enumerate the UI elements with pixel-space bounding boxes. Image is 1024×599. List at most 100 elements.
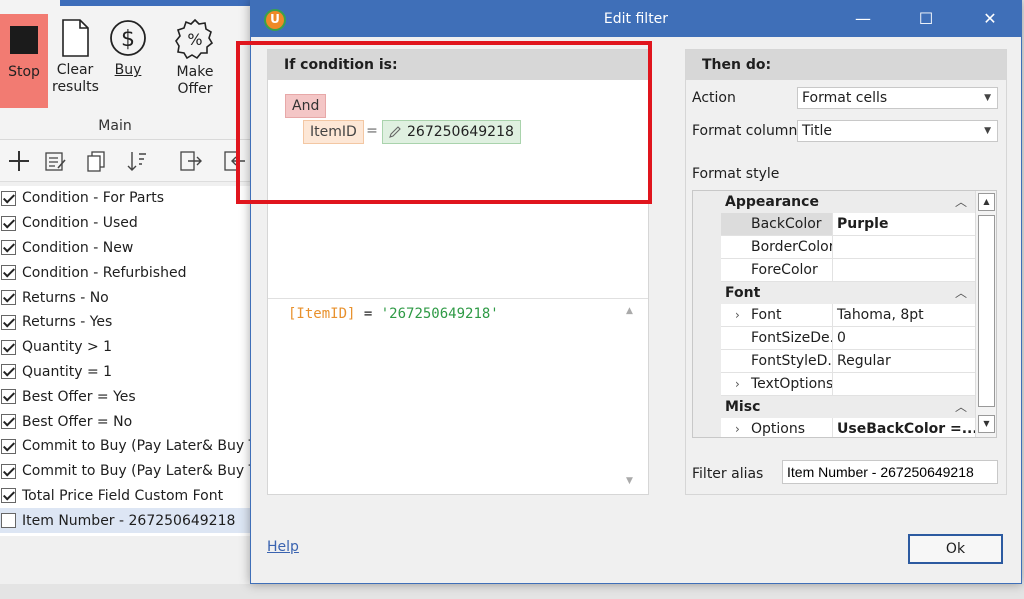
filter-alias-label: Filter alias xyxy=(692,466,764,482)
filter-checkbox[interactable] xyxy=(1,438,16,454)
filter-list-item[interactable]: Commit to Buy (Pay Later& Buy Thro xyxy=(0,459,260,484)
expression-scrollbar[interactable]: ▲ ▼ xyxy=(620,300,642,494)
chevron-down-icon: ▼ xyxy=(984,126,991,136)
filter-checkbox[interactable] xyxy=(1,215,16,231)
help-link[interactable]: Help xyxy=(267,539,299,555)
filter-list-item[interactable]: Best Offer = No xyxy=(0,409,260,434)
scroll-down-icon[interactable]: ▼ xyxy=(978,415,995,433)
sort-icon[interactable] xyxy=(124,148,150,174)
filter-checkbox[interactable] xyxy=(1,190,16,206)
filter-checkbox[interactable] xyxy=(1,389,16,405)
filter-list-item[interactable]: Commit to Buy (Pay Later& Buy Thro xyxy=(0,434,260,459)
filter-checkbox[interactable] xyxy=(1,240,16,256)
ok-button[interactable]: Ok xyxy=(908,534,1003,564)
collapse-icon[interactable]: ︿ xyxy=(955,191,967,213)
dialog-titlebar[interactable]: U Edit filter — ☐ ✕ xyxy=(251,1,1021,37)
property-name: FontSizeDe... xyxy=(721,327,833,350)
property-row[interactable]: FontStyleD... Regular xyxy=(693,350,975,373)
property-value[interactable]: UseBackColor =... xyxy=(833,418,975,437)
property-value[interactable]: Tahoma, 8pt xyxy=(833,304,975,327)
property-value[interactable] xyxy=(833,373,975,396)
scroll-up-icon[interactable]: ▲ xyxy=(978,193,995,211)
panel-divider xyxy=(268,298,648,299)
make-offer-label: Make Offer xyxy=(176,64,214,97)
property-row[interactable]: FontSizeDe... 0 xyxy=(693,327,975,350)
percent-badge-icon: % xyxy=(175,18,214,60)
clear-label: Clear xyxy=(56,62,94,78)
make-offer-button[interactable]: % Make Offer xyxy=(158,14,232,108)
filter-list-item[interactable]: Item Number - 267250649218 xyxy=(0,508,260,534)
export-icon[interactable] xyxy=(178,148,204,174)
action-select[interactable]: Format cells ▼ xyxy=(797,87,998,109)
expand-icon[interactable]: › xyxy=(735,373,740,395)
expr-field: [ItemID] xyxy=(288,306,356,322)
filter-list-item[interactable]: Condition - Refurbished xyxy=(0,260,260,285)
property-value[interactable]: Regular xyxy=(833,350,975,373)
clear-results-button[interactable]: Clear results xyxy=(52,14,99,108)
filter-alias-input[interactable] xyxy=(782,460,998,484)
filter-list-item[interactable]: Quantity = 1 xyxy=(0,360,260,385)
expand-icon[interactable]: › xyxy=(735,418,740,437)
then-panel: Then do: Action Format cells ▼ Format co… xyxy=(685,49,1007,495)
category-font[interactable]: Font ︿ xyxy=(693,282,975,304)
copy-icon[interactable] xyxy=(84,148,110,174)
filter-checkbox[interactable] xyxy=(1,513,16,529)
collapse-icon[interactable]: ︿ xyxy=(955,282,967,304)
expression-editor[interactable]: [ItemID] = '267250649218' xyxy=(276,300,620,494)
close-button[interactable]: ✕ xyxy=(967,1,1013,37)
edit-icon[interactable] xyxy=(42,148,68,174)
filter-list-item[interactable]: Condition - Used xyxy=(0,211,260,236)
filter-label: Best Offer = No xyxy=(22,413,133,430)
collapse-icon[interactable]: ︿ xyxy=(955,396,967,418)
filter-checkbox[interactable] xyxy=(1,290,16,306)
filter-list-item[interactable]: Total Price Field Custom Font xyxy=(0,484,260,509)
filter-checkbox[interactable] xyxy=(1,488,16,504)
filter-checkbox[interactable] xyxy=(1,339,16,355)
format-column-select[interactable]: Title ▼ xyxy=(797,120,998,142)
scroll-up-icon[interactable]: ▲ xyxy=(626,306,633,316)
property-row[interactable]: › Font Tahoma, 8pt xyxy=(693,304,975,327)
category-appearance[interactable]: Appearance ︿ xyxy=(693,191,975,213)
filter-list: Condition - For Parts Condition - Used Con… xyxy=(0,186,260,536)
scroll-thumb[interactable] xyxy=(978,215,995,407)
stop-button[interactable]: Stop xyxy=(0,14,48,108)
filter-list-item[interactable]: Condition - New xyxy=(0,236,260,261)
grid-scrollbar[interactable]: ▲ ▼ xyxy=(975,191,996,437)
minimize-button[interactable]: — xyxy=(840,1,886,37)
filter-checkbox[interactable] xyxy=(1,414,16,430)
filter-checkbox[interactable] xyxy=(1,463,16,479)
filter-checkbox[interactable] xyxy=(1,265,16,281)
filter-label: Condition - For Parts xyxy=(22,190,165,207)
property-row[interactable]: ForeColor xyxy=(693,259,975,282)
format-style-grid: Appearance ︿ BackColor Purple BorderColo… xyxy=(692,190,997,438)
filter-list-item[interactable]: Returns - Yes xyxy=(0,310,260,335)
buy-label: Buy xyxy=(114,62,142,78)
property-value[interactable]: Purple xyxy=(833,213,975,236)
property-name: › TextOptions xyxy=(721,373,833,396)
property-value[interactable] xyxy=(833,259,975,282)
property-name: FontStyleD... xyxy=(721,350,833,373)
property-value[interactable]: 0 xyxy=(833,327,975,350)
filter-list-item[interactable]: Condition - For Parts xyxy=(0,186,260,211)
add-icon[interactable] xyxy=(6,148,32,174)
property-name: › Font xyxy=(721,304,833,327)
chevron-down-icon: ▼ xyxy=(984,93,991,103)
property-row[interactable]: › TextOptions xyxy=(693,373,975,396)
edit-filter-dialog: U Edit filter — ☐ ✕ If condition is: And… xyxy=(236,0,1022,584)
property-row[interactable]: › Options UseBackColor =... xyxy=(693,418,975,437)
expand-icon[interactable]: › xyxy=(735,304,740,326)
filter-checkbox[interactable] xyxy=(1,364,16,380)
filter-label: Condition - Refurbished xyxy=(22,264,187,281)
buy-button[interactable]: $ Buy xyxy=(106,14,150,108)
maximize-button[interactable]: ☐ xyxy=(903,1,949,37)
property-row[interactable]: BackColor Purple xyxy=(693,213,975,236)
filter-checkbox[interactable] xyxy=(1,314,16,330)
category-misc[interactable]: Misc ︿ xyxy=(693,396,975,418)
property-value[interactable] xyxy=(833,236,975,259)
filter-list-item[interactable]: Best Offer = Yes xyxy=(0,384,260,409)
document-icon xyxy=(62,19,89,57)
filter-list-item[interactable]: Returns - No xyxy=(0,285,260,310)
scroll-down-icon[interactable]: ▼ xyxy=(626,476,633,486)
filter-list-item[interactable]: Quantity > 1 xyxy=(0,335,260,360)
property-row[interactable]: BorderColor xyxy=(693,236,975,259)
